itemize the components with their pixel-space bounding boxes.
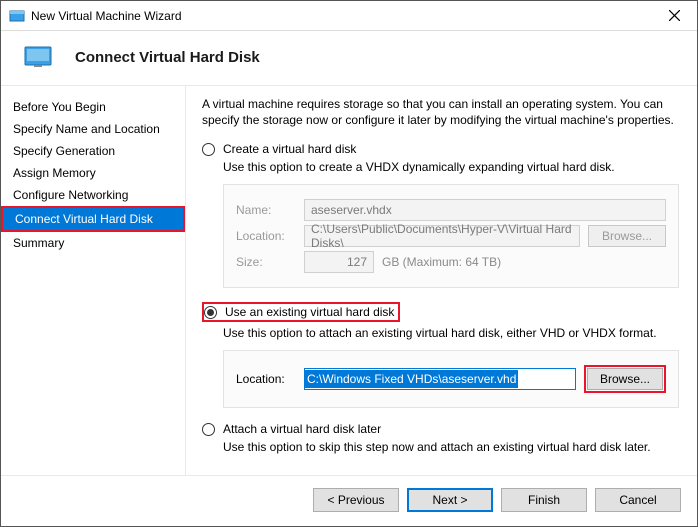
cancel-button[interactable]: Cancel <box>595 488 681 512</box>
existing-location-value: C:\Windows Fixed VHDs\aseserver.vhd <box>305 370 518 388</box>
sidebar-item-specify-name[interactable]: Specify Name and Location <box>1 118 185 140</box>
option-use-existing-label: Use an existing virtual hard disk <box>225 305 394 319</box>
sidebar-item-assign-memory[interactable]: Assign Memory <box>1 162 185 184</box>
app-icon <box>9 8 25 24</box>
sidebar-item-specify-generation[interactable]: Specify Generation <box>1 140 185 162</box>
body: Before You Begin Specify Name and Locati… <box>1 86 697 475</box>
intro-text: A virtual machine requires storage so th… <box>202 96 679 128</box>
existing-location-field[interactable]: C:\Windows Fixed VHDs\aseserver.vhd <box>304 368 576 390</box>
sidebar-item-configure-networking[interactable]: Configure Networking <box>1 184 185 206</box>
titlebar: New Virtual Machine Wizard <box>1 1 697 31</box>
option-attach-later-desc: Use this option to skip this step now an… <box>223 440 679 454</box>
option-create-vhd[interactable]: Create a virtual hard disk <box>202 142 679 156</box>
wizard-steps-sidebar: Before You Begin Specify Name and Locati… <box>1 86 186 475</box>
finish-button[interactable]: Finish <box>501 488 587 512</box>
sidebar-item-summary[interactable]: Summary <box>1 232 185 254</box>
option-attach-later-label: Attach a virtual hard disk later <box>223 422 381 436</box>
sidebar-item-connect-vhd[interactable]: Connect Virtual Hard Disk <box>3 208 183 230</box>
sidebar-item-before-you-begin[interactable]: Before You Begin <box>1 96 185 118</box>
wizard-window: New Virtual Machine Wizard Connect Virtu… <box>0 0 698 527</box>
radio-icon <box>202 423 215 436</box>
location-field: C:\Users\Public\Documents\Hyper-V\Virtua… <box>304 225 580 247</box>
radio-icon <box>204 306 217 319</box>
name-field: aseserver.vhdx <box>304 199 666 221</box>
close-button[interactable] <box>652 1 697 30</box>
option-attach-later[interactable]: Attach a virtual hard disk later <box>202 422 679 436</box>
page-title: Connect Virtual Hard Disk <box>75 49 260 66</box>
monitor-icon <box>23 45 55 69</box>
size-label: Size: <box>236 255 296 269</box>
browse-button[interactable]: Browse... <box>587 368 663 390</box>
page-header: Connect Virtual Hard Disk <box>1 31 697 86</box>
option-create-vhd-label: Create a virtual hard disk <box>223 142 356 156</box>
window-title: New Virtual Machine Wizard <box>31 9 652 23</box>
footer-buttons: < Previous Next > Finish Cancel <box>1 475 697 526</box>
size-suffix: GB (Maximum: 64 TB) <box>382 255 501 269</box>
create-vhd-panel: Name: aseserver.vhdx Location: C:\Users\… <box>223 184 679 288</box>
main-content: A virtual machine requires storage so th… <box>186 86 697 475</box>
size-field: 127 <box>304 251 374 273</box>
option-use-existing[interactable]: Use an existing virtual hard disk <box>202 302 679 322</box>
location-label: Location: <box>236 229 296 243</box>
browse-button-disabled: Browse... <box>588 225 666 247</box>
existing-location-label: Location: <box>236 372 296 386</box>
existing-vhd-panel: Location: C:\Windows Fixed VHDs\aseserve… <box>223 350 679 408</box>
name-label: Name: <box>236 203 296 217</box>
radio-icon <box>202 143 215 156</box>
next-button[interactable]: Next > <box>407 488 493 512</box>
option-create-vhd-desc: Use this option to create a VHDX dynamic… <box>223 160 679 174</box>
option-use-existing-desc: Use this option to attach an existing vi… <box>223 326 679 340</box>
previous-button[interactable]: < Previous <box>313 488 399 512</box>
